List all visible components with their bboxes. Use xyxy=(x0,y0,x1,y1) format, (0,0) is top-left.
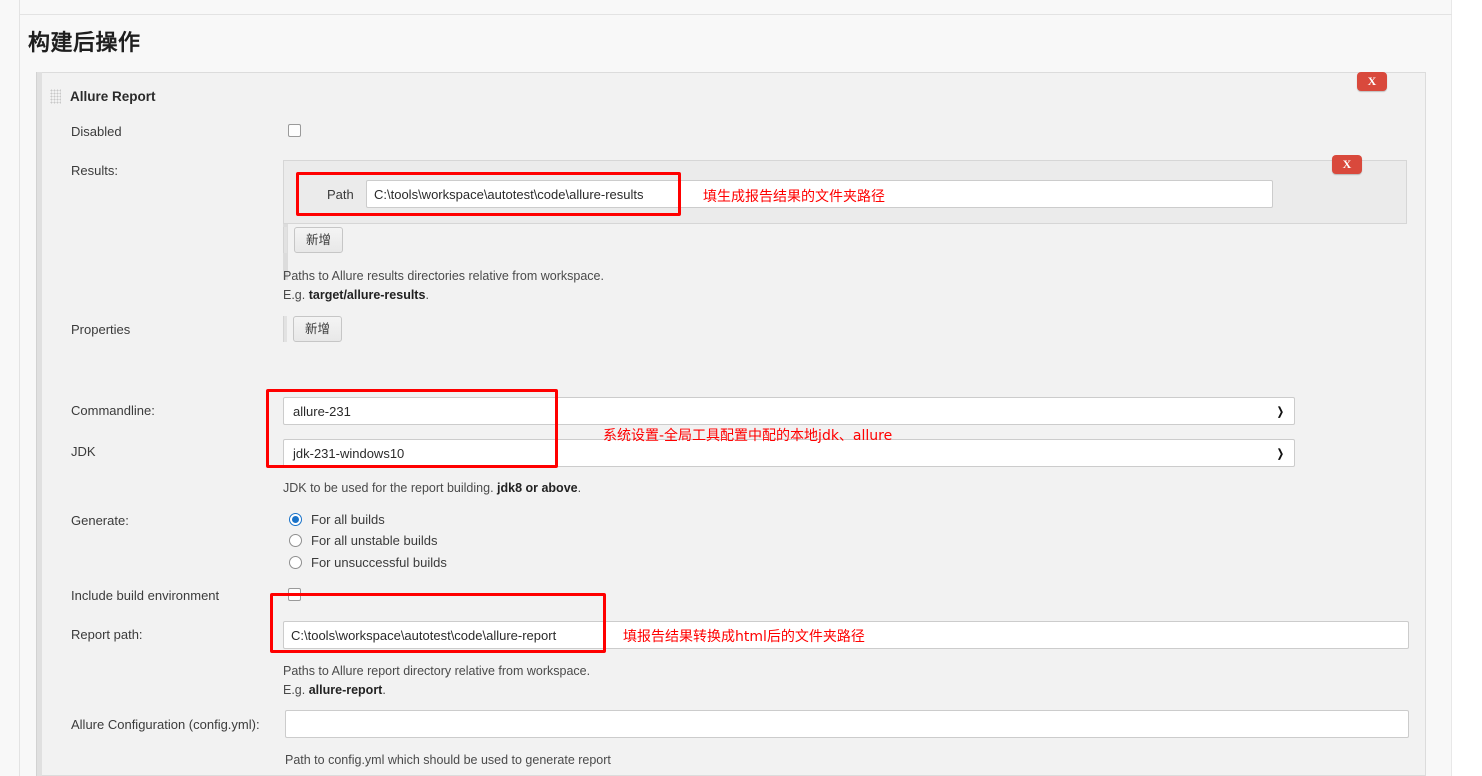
commandline-value: allure-231 xyxy=(293,404,351,419)
jdk-label: JDK xyxy=(71,444,96,459)
properties-add-button[interactable]: 新增 xyxy=(293,316,343,342)
report-path-help-example: allure-report xyxy=(308,683,383,697)
disabled-label: Disabled xyxy=(71,124,122,139)
report-path-help-line1: Paths to Allure report directory relativ… xyxy=(283,664,591,678)
commandline-label: Commandline: xyxy=(71,403,155,418)
chevron-down-icon: ❭ xyxy=(1275,405,1285,418)
results-help-line1: Paths to Allure results directories rela… xyxy=(283,269,604,283)
jdk-help-bold: jdk8 or above xyxy=(497,481,578,495)
report-path-help-line2: E.g. allure-report. xyxy=(283,683,386,697)
generate-option-label-0: For all builds xyxy=(311,512,385,527)
generate-label: Generate: xyxy=(71,513,129,528)
close-results-entry-button[interactable]: X xyxy=(1332,155,1362,174)
jdk-help-suffix: . xyxy=(577,481,582,495)
disabled-checkbox[interactable] xyxy=(288,124,301,137)
results-label: Results: xyxy=(71,163,118,178)
properties-add-drag-bar[interactable] xyxy=(283,316,287,342)
top-divider xyxy=(19,14,1452,15)
commandline-select[interactable]: allure-231 ❭ xyxy=(283,397,1295,425)
results-help-example: target/allure-results xyxy=(308,288,426,302)
annotation-text-commandline-jdk: 系统设置-全局工具配置中配的本地jdk、allure xyxy=(603,428,893,444)
chevron-down-icon: ❭ xyxy=(1275,447,1285,460)
results-help-suffix: . xyxy=(425,288,429,302)
properties-label: Properties xyxy=(71,322,131,337)
close-block-button[interactable]: X xyxy=(1357,72,1387,91)
include-build-environment-checkbox[interactable] xyxy=(288,588,301,601)
results-add-button[interactable]: 新增 xyxy=(294,227,344,253)
drag-handle-icon[interactable] xyxy=(50,89,61,104)
block-drag-bar[interactable] xyxy=(36,72,42,776)
jdk-value: jdk-231-windows10 xyxy=(293,446,405,461)
page-container: 构建后操作 Allure Report X Disabled Results: … xyxy=(0,0,1452,776)
jdk-help: JDK to be used for the report building. … xyxy=(283,481,581,495)
generate-radio-all-builds[interactable] xyxy=(289,513,302,526)
allure-configuration-help: Path to config.yml which should be used … xyxy=(285,753,611,767)
annotation-text-report-path: 填报告结果转换成html后的文件夹路径 xyxy=(623,629,865,645)
path-label: Path xyxy=(327,187,354,202)
allure-configuration-label: Allure Configuration (config.yml): xyxy=(71,717,260,732)
results-help-prefix: E.g. xyxy=(283,288,309,302)
results-add-drag-bar[interactable] xyxy=(283,227,287,253)
jdk-help-prefix: JDK to be used for the report building. xyxy=(283,481,498,495)
generate-radio-all-unstable-builds[interactable] xyxy=(289,534,302,547)
left-edge-divider xyxy=(19,0,20,776)
block-title: Allure Report xyxy=(70,89,156,104)
page-right-margin xyxy=(1452,0,1482,776)
generate-option-label-1: For all unstable builds xyxy=(311,533,438,548)
results-help-line2: E.g. target/allure-results. xyxy=(283,288,429,302)
report-path-help-suffix: . xyxy=(382,683,386,697)
page-title: 构建后操作 xyxy=(28,31,141,56)
annotation-text-results-path: 填生成报告结果的文件夹路径 xyxy=(703,189,885,205)
generate-radio-unsuccessful-builds[interactable] xyxy=(289,556,302,569)
include-build-environment-label: Include build environment xyxy=(71,588,220,603)
allure-configuration-input[interactable] xyxy=(285,710,1409,738)
generate-option-label-2: For unsuccessful builds xyxy=(311,555,447,570)
report-path-help-prefix: E.g. xyxy=(283,683,309,697)
report-path-label: Report path: xyxy=(71,627,143,642)
